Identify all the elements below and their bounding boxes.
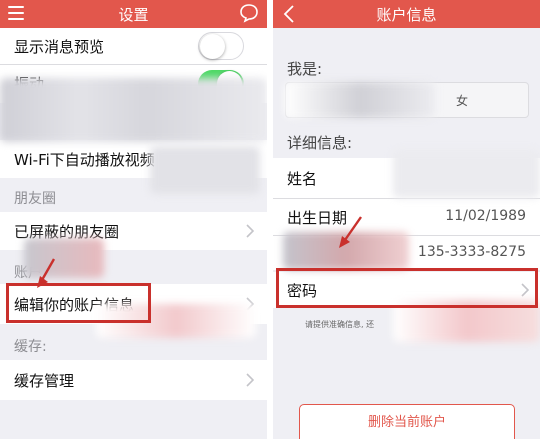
chevron-right-icon: [246, 373, 254, 387]
birthday-value: 11/02/1989: [445, 208, 526, 224]
account-info-title: 账户信息: [376, 6, 437, 24]
message-preview-label: 显示消息预览: [14, 38, 105, 56]
cache-section-header: 缓存:: [14, 339, 47, 355]
chevron-right-icon: [246, 224, 254, 238]
toggle-knob: [200, 34, 225, 59]
pointer-arrow-icon: [37, 258, 56, 288]
privacy-blur: [393, 150, 540, 198]
pointer-arrow-icon: [339, 216, 362, 248]
settings-title: 设置: [118, 6, 149, 24]
details-section-header: 详细信息:: [287, 134, 353, 152]
cache-manage-row[interactable]: 缓存管理: [0, 360, 267, 400]
gender-female-option[interactable]: 女: [456, 92, 468, 109]
privacy-blur: [150, 146, 260, 194]
highlight-password-row: [276, 268, 538, 308]
name-label: 姓名: [287, 170, 318, 188]
wifi-autoplay-label: Wi-Fi下自动播放视频: [14, 151, 155, 169]
phone-value: 135-3333-8275: [417, 244, 526, 260]
message-preview-toggle[interactable]: [198, 32, 244, 60]
account-info-screen: 账户信息 我是: 女 详细信息: 姓名 出生日期 11/02/1989 135-…: [273, 0, 540, 439]
birthday-row[interactable]: 出生日期 11/02/1989: [273, 199, 540, 235]
settings-screen: 设置 显示消息预览 振动 Wi-Fi下自动播放视频 朋友圈 已屏蔽的朋友圈 账户…: [0, 0, 267, 439]
chat-bubble-icon[interactable]: [239, 3, 259, 23]
moments-section-header: 朋友圈: [14, 191, 56, 207]
privacy-blur: [0, 78, 267, 142]
cache-manage-label: 缓存管理: [14, 372, 75, 390]
settings-navbar: 设置: [0, 0, 267, 28]
iam-section-header: 我是:: [287, 60, 323, 78]
message-preview-row: 显示消息预览: [0, 28, 267, 64]
highlight-edit-account: [6, 283, 151, 323]
account-navbar: 账户信息: [273, 0, 540, 28]
privacy-blur: [285, 82, 435, 118]
delete-account-button[interactable]: 删除当前账户: [299, 404, 515, 439]
